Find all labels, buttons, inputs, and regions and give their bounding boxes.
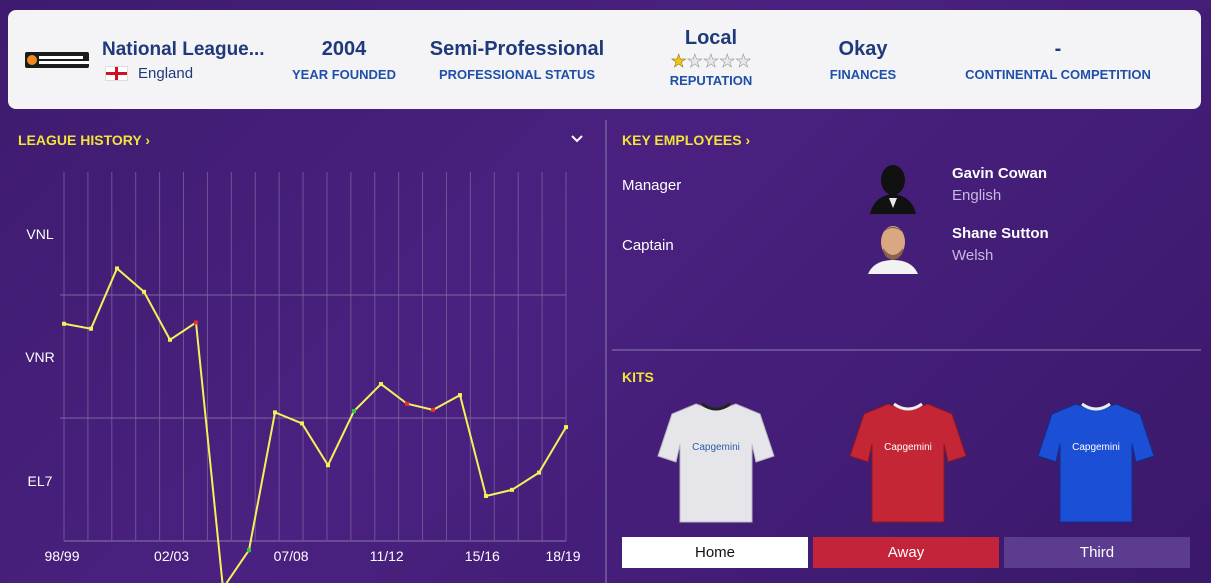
league-history-point[interactable] [62,321,66,326]
reputation-label: REPUTATION [669,73,753,88]
finances-value: Okay [838,38,888,60]
kits-title: KITS [622,369,654,385]
captain-avatar-photo[interactable] [866,218,920,274]
league-history-point[interactable] [194,320,198,325]
chart-x-tick-label: 11/12 [370,548,404,564]
league-history-point[interactable] [300,421,304,426]
professional-status-label: PROFESSIONAL STATUS [438,67,595,82]
manager-name[interactable]: Gavin Cowan [952,165,1047,182]
panel-divider-horizontal [612,349,1201,351]
reputation-stars: ★ ★ ★ ★ ★ [652,51,770,71]
finances-stat[interactable]: Okay FINANCES [812,38,914,82]
chart-y-tick-label: EL7 [28,473,53,489]
league-logo [25,52,89,68]
continental-competition-stat: - CONTINENTAL COMPETITION [950,38,1166,82]
league-history-chart: VNL VNR EL7 98/99 02/03 07/08 11/12 15/16 18/19 [25,172,581,583]
england-flag-icon [105,66,128,81]
league-history-point[interactable] [564,425,568,430]
year-founded-stat: 2004 YEAR FOUNDED [286,38,402,82]
league-history-title-link[interactable]: LEAGUE HISTORY › [18,132,150,148]
captain-name[interactable]: Shane Sutton [952,225,1049,242]
third-kit-sponsor: Capgemini [1072,442,1120,453]
league-history-series-line [63,266,567,583]
chevron-right-icon: › [145,132,150,148]
employee-role-captain: Captain [622,237,674,254]
key-employees-title-link[interactable]: KEY EMPLOYEES › [622,132,750,148]
chart-y-tick-label: VNL [26,226,53,242]
country-name: England [138,65,194,82]
chart-x-tick-label: 15/16 [465,548,500,564]
chart-x-tick-label: 18/19 [545,548,580,564]
employee-role-manager: Manager [622,177,682,194]
chart-x-tick-label: 07/08 [274,548,309,564]
league-history-point[interactable] [379,382,383,387]
chevron-down-icon[interactable] [568,130,586,148]
league-history-point[interactable] [405,401,409,406]
reputation-star-icon: ★ [719,51,736,71]
kit-third-button[interactable]: Third [1004,537,1190,568]
home-kit-sponsor: Capgemini [692,442,740,453]
reputation-star-icon: ★ [702,51,720,71]
away-kit-sponsor: Capgemini [884,442,932,453]
league-history-point[interactable] [352,409,356,414]
year-founded-value: 2004 [321,38,367,60]
finances-label: FINANCES [829,67,897,82]
league-history-point[interactable] [115,266,119,271]
reputation-star-icon: ★ [686,51,704,71]
league-history-point[interactable] [326,463,330,468]
league-history-point[interactable] [142,289,146,294]
manager-avatar-silhouette[interactable] [866,158,920,214]
manager-nationality: English [952,187,1002,204]
chart-x-tick-label: 02/03 [154,548,189,564]
reputation-value: Local [684,27,738,49]
away-kit-shirt[interactable]: Capgemini [848,398,968,528]
league-history-point[interactable] [510,487,514,492]
league-history-point[interactable] [537,470,541,475]
league-history-point[interactable] [89,326,93,331]
panel-divider-vertical [605,120,607,583]
league-history-point[interactable] [484,493,488,498]
league-history-point[interactable] [431,407,435,412]
league-history-point[interactable] [247,548,251,553]
professional-status-value: Semi-Professional [429,38,605,60]
reputation-star-icon: ★ [735,51,752,71]
key-employees-title: KEY EMPLOYEES [622,132,742,148]
league-history-point[interactable] [273,410,277,415]
professional-status-stat: Semi-Professional PROFESSIONAL STATUS [412,38,622,82]
year-founded-label: YEAR FOUNDED [291,67,396,82]
third-kit-shirt[interactable]: Capgemini [1036,398,1156,528]
league-history-point[interactable] [168,337,172,342]
home-kit-shirt[interactable]: Capgemini [656,398,776,528]
kit-home-button[interactable]: Home [622,537,808,568]
chevron-right-icon: › [745,132,751,148]
league-history-title: LEAGUE HISTORY [18,132,142,148]
kit-away-button[interactable]: Away [813,537,999,568]
league-country: England [105,65,193,82]
continental-competition-value: - [1054,38,1062,60]
reputation-stat[interactable]: Local ★ ★ ★ ★ ★ REPUTATION [652,27,770,88]
reputation-star-icon: ★ [670,51,687,71]
chart-x-tick-label: 98/99 [44,548,79,564]
chart-y-tick-label: VNR [25,349,55,365]
continental-competition-label: CONTINENTAL COMPETITION [965,67,1151,82]
league-name[interactable]: National League... [102,39,265,61]
captain-nationality: Welsh [952,247,994,264]
league-history-point[interactable] [458,393,462,398]
